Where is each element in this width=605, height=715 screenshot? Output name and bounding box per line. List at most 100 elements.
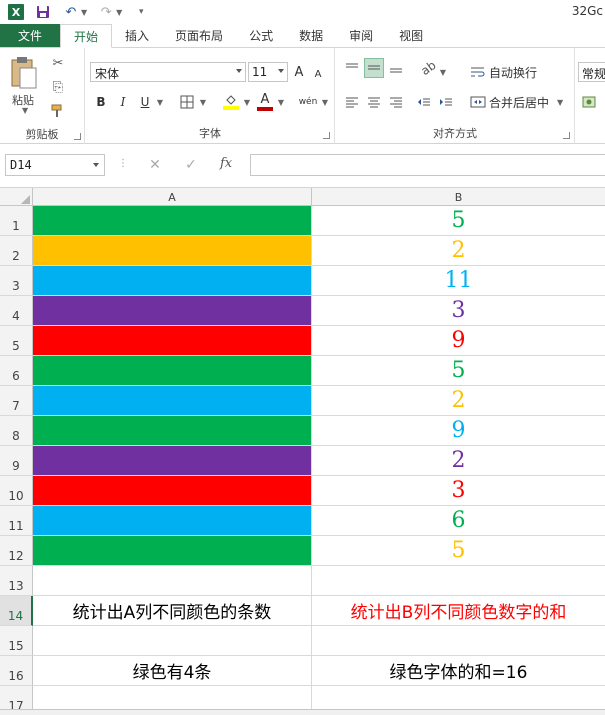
tab-insert[interactable]: 插入 [112, 24, 162, 47]
tab-file[interactable]: 文件 [0, 24, 61, 47]
cell-a[interactable] [33, 236, 312, 266]
align-top-button[interactable] [342, 58, 362, 78]
increase-font-size-button[interactable]: A [292, 62, 306, 82]
row-header[interactable]: 3 [0, 266, 33, 296]
cell-b[interactable]: 绿色字体的和=16 [312, 656, 605, 686]
cell-a[interactable] [33, 476, 312, 506]
underline-dropdown-icon[interactable]: ▼ [155, 92, 165, 112]
cell-b[interactable]: 9 [312, 416, 605, 446]
italic-button[interactable]: I [115, 92, 131, 112]
phonetic-button[interactable]: wén [296, 92, 320, 112]
cell-b[interactable]: 2 [312, 386, 605, 416]
font-color-dropdown-icon[interactable]: ▼ [276, 92, 286, 112]
cell-a[interactable] [33, 506, 312, 536]
row-header[interactable]: 12 [0, 536, 33, 566]
cell-a[interactable] [33, 296, 312, 326]
row-header[interactable]: 2 [0, 236, 33, 266]
bold-button[interactable]: B [93, 92, 109, 112]
row-header[interactable]: 7 [0, 386, 33, 416]
borders-dropdown-icon[interactable]: ▼ [198, 92, 208, 112]
format-painter-icon[interactable] [48, 102, 68, 120]
orientation-dropdown-icon[interactable]: ▼ [438, 62, 448, 82]
cell-b[interactable]: 9 [312, 326, 605, 356]
number-format-select[interactable]: 常规 [578, 62, 605, 82]
customize-qat-icon[interactable]: ▾ [132, 3, 150, 21]
enter-icon[interactable]: ✓ [180, 156, 202, 174]
row-header[interactable]: 1 [0, 206, 33, 236]
tab-home[interactable]: 开始 [60, 24, 113, 48]
row-header[interactable]: 13 [0, 566, 33, 596]
alignment-launcher-icon[interactable] [563, 132, 570, 139]
wrap-text-button[interactable]: 自动换行 [470, 62, 537, 82]
column-header-b[interactable]: B [312, 188, 605, 206]
cell-b[interactable]: 5 [312, 356, 605, 386]
underline-button[interactable]: U [137, 92, 153, 112]
formula-input[interactable] [250, 154, 605, 176]
row-header[interactable]: 10 [0, 476, 33, 506]
font-name-select[interactable]: 宋体 [90, 62, 246, 82]
tab-view[interactable]: 视图 [386, 24, 436, 47]
formula-bar-grip-icon[interactable]: ⋮ [118, 158, 128, 169]
clipboard-launcher-icon[interactable] [74, 133, 81, 140]
cancel-icon[interactable]: ✕ [144, 156, 166, 174]
cell-a[interactable] [33, 446, 312, 476]
redo-icon[interactable]: ↷ [97, 3, 115, 21]
merge-center-button[interactable]: 合并后居中 ▼ [470, 92, 563, 112]
column-header-a[interactable]: A [33, 188, 312, 206]
save-icon[interactable] [34, 3, 52, 21]
cell-b[interactable]: 6 [312, 506, 605, 536]
row-header[interactable]: 5 [0, 326, 33, 356]
cell-a[interactable] [33, 386, 312, 416]
row-header[interactable]: 11 [0, 506, 33, 536]
cell-a[interactable] [33, 536, 312, 566]
cell-a[interactable] [33, 266, 312, 296]
merge-dropdown-icon[interactable]: ▼ [557, 98, 563, 107]
increase-indent-button[interactable] [436, 92, 456, 112]
align-middle-button[interactable] [364, 58, 384, 78]
cell-a[interactable]: 绿色有4条 [33, 656, 312, 686]
cell-b[interactable] [312, 566, 605, 596]
select-all-button[interactable] [0, 188, 33, 206]
cell-b[interactable]: 统计出B列不同颜色数字的和 [312, 596, 605, 626]
copy-icon[interactable]: ⎘ [48, 78, 68, 96]
tab-page-layout[interactable]: 页面布局 [162, 24, 236, 47]
row-header[interactable]: 15 [0, 626, 33, 656]
font-color-button[interactable]: A [256, 92, 274, 112]
redo-dropdown-icon[interactable]: ▼ [116, 8, 122, 17]
cell-b[interactable]: 2 [312, 446, 605, 476]
cell-b[interactable]: 3 [312, 476, 605, 506]
cell-a[interactable] [33, 206, 312, 236]
align-bottom-button[interactable] [386, 58, 406, 78]
row-header[interactable]: 8 [0, 416, 33, 446]
font-size-select[interactable]: 11 [248, 62, 288, 82]
cell-a[interactable]: 统计出A列不同颜色的条数 [33, 596, 312, 626]
orientation-button[interactable]: ab [418, 58, 438, 78]
cell-a[interactable] [33, 626, 312, 656]
tab-data[interactable]: 数据 [286, 24, 336, 47]
undo-icon[interactable]: ↶ [62, 3, 80, 21]
fill-color-dropdown-icon[interactable]: ▼ [242, 92, 252, 112]
row-header[interactable]: 4 [0, 296, 33, 326]
cut-icon[interactable]: ✂ [48, 54, 68, 72]
align-right-button[interactable] [386, 92, 406, 112]
tab-formulas[interactable]: 公式 [236, 24, 286, 47]
phonetic-dropdown-icon[interactable]: ▼ [320, 92, 330, 112]
paste-icon[interactable] [10, 56, 38, 90]
undo-dropdown-icon[interactable]: ▼ [81, 8, 87, 17]
name-box[interactable]: D14 [5, 154, 105, 176]
cell-a[interactable] [33, 326, 312, 356]
accounting-format-button[interactable] [580, 92, 600, 112]
row-header[interactable]: 9 [0, 446, 33, 476]
row-header[interactable]: 16 [0, 656, 33, 686]
cell-b[interactable]: 2 [312, 236, 605, 266]
font-launcher-icon[interactable] [323, 132, 330, 139]
paste-dropdown-icon[interactable]: ▼ [22, 106, 28, 115]
cell-b[interactable]: 11 [312, 266, 605, 296]
cell-a[interactable] [33, 416, 312, 446]
cell-a[interactable] [33, 566, 312, 596]
cell-b[interactable]: 5 [312, 536, 605, 566]
align-left-button[interactable] [342, 92, 362, 112]
insert-function-button[interactable]: fx [220, 156, 232, 171]
cell-b[interactable]: 5 [312, 206, 605, 236]
row-header[interactable]: 14 [0, 596, 33, 626]
